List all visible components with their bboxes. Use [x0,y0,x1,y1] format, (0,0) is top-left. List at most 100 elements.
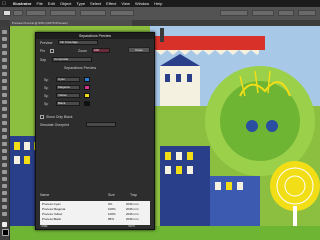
tools-panel [0,26,10,240]
list-item-dimension: 2036 mm [126,202,139,206]
ink-field-black[interactable]: Black [56,101,80,106]
scale-tool-icon[interactable] [2,114,7,118]
menu-app-name[interactable]: Illustrator [13,1,31,6]
stroke-color-icon[interactable] [2,229,9,236]
pin-checkbox[interactable] [50,49,54,53]
artboard-tool-icon[interactable] [2,191,7,195]
list-item-dimension: 2036 mm [126,212,139,216]
pen-tool-icon[interactable] [2,58,7,62]
rotate-tool-icon[interactable] [2,107,7,111]
ink-field-yellow[interactable]: Yellow [56,93,80,98]
symbol-sprayer-tool-icon[interactable] [2,177,7,181]
list-item[interactable]: Process Cyan 0% 2036 mm [42,202,148,206]
overprint-label: Simulate Overprint [40,123,69,127]
list-item-percent: 0% [108,202,113,206]
zoom-field[interactable]: 100 [92,48,110,53]
menu-edit[interactable]: Edit [48,1,55,6]
list-item-name: Process Yellow [42,212,63,216]
list-item-percent: 100% [108,212,116,216]
list-header-trap: Trap [130,193,138,197]
paintbrush-tool-icon[interactable] [2,86,7,90]
type-tool-icon[interactable] [2,65,7,69]
apple-menu-icon[interactable]:  [0,1,8,7]
eyedropper-tool-icon[interactable] [2,163,7,167]
menu-file[interactable]: File [36,1,42,6]
zoom-label: Zoom [78,49,87,53]
width-tool-icon[interactable] [2,121,7,125]
black-swatch [84,101,90,106]
menu-help[interactable]: Help [154,1,162,6]
rectangle-tool-icon[interactable] [2,79,7,83]
footer-value: 96% [128,224,136,228]
footer-label: Total [40,224,48,228]
ink-label-magenta: Sp [44,86,49,90]
magic-wand-tool-icon[interactable] [2,44,7,48]
ink-label-cyan: Sp [44,78,49,82]
ink-label-yellow: Sp [44,94,49,98]
shape-builder-tool-icon[interactable] [2,135,7,139]
list-item-dimension: 2036 mm [126,207,139,211]
separations-list: Process Cyan 0% 2036 mm Process Magenta … [40,201,150,225]
mesh-tool-icon[interactable] [2,149,7,153]
list-item-percent: 100% [108,207,116,211]
list-header-size: Size [108,193,115,197]
menu-select[interactable]: Select [90,1,101,6]
list-item[interactable]: Process Yellow 100% 2036 mm [42,212,148,216]
ink-field-cyan[interactable]: Cyan [56,77,80,82]
show-only-label: Show Only Black [46,115,73,119]
ink-label-black: Sp [44,102,49,106]
gradient-tool-icon[interactable] [2,156,7,160]
preferences-button[interactable] [252,10,274,16]
list-item[interactable]: Process Black 85% 2036 mm [42,217,148,221]
free-transform-tool-icon[interactable] [2,128,7,132]
direct-selection-tool-icon[interactable] [2,37,7,41]
graph-tool-icon[interactable] [2,184,7,188]
inks-header: Separations Preview [64,66,97,70]
list-item-dimension: 2036 mm [126,217,139,221]
fill-color-icon[interactable] [2,222,7,227]
menu-view[interactable]: View [121,1,130,6]
stroke-swatch[interactable] [13,10,23,16]
stroke-weight-field[interactable] [26,10,46,16]
opacity-field[interactable] [110,10,134,16]
arrange-button[interactable] [278,10,294,16]
perspective-grid-tool-icon[interactable] [2,142,7,146]
menu-effect[interactable]: Effect [106,1,116,6]
selection-tool-icon[interactable] [2,30,7,34]
variable-width-field[interactable] [50,10,76,16]
document-setup-button[interactable] [220,10,248,16]
menu-type[interactable]: Type [76,1,85,6]
magenta-swatch [84,85,90,90]
overprint-select[interactable] [86,122,116,127]
ink-field-magenta[interactable]: Magenta [56,85,80,90]
separations-preview-dialog: Separations Preview Preview Ink Coverage… [35,32,155,230]
lasso-tool-icon[interactable] [2,51,7,55]
slice-tool-icon[interactable] [2,198,7,202]
control-bar [0,7,320,21]
preview-select[interactable]: Ink Coverage [58,40,98,45]
list-item-name: Process Cyan [42,202,61,206]
pin-label: Pin [40,49,46,53]
close-button[interactable]: Close [128,47,150,53]
hand-tool-icon[interactable] [2,205,7,209]
menu-object[interactable]: Object [60,1,72,6]
list-item[interactable]: Process Magenta 100% 2036 mm [42,207,148,211]
show-only-checkbox[interactable] [40,115,44,119]
brush-field[interactable] [80,10,106,16]
line-tool-icon[interactable] [2,72,7,76]
panel-menu-button[interactable] [298,10,316,16]
preview-label: Preview [40,41,53,45]
pencil-tool-icon[interactable] [2,93,7,97]
eraser-tool-icon[interactable] [2,100,7,104]
fill-swatch[interactable] [3,10,11,16]
blend-tool-icon[interactable] [2,170,7,174]
cyan-swatch [84,77,90,82]
sep-select[interactable]: Composite [52,57,92,62]
menu-window[interactable]: Window [135,1,149,6]
zoom-tool-icon[interactable] [2,212,7,216]
list-item-percent: 85% [108,217,115,221]
sep-label: Sep [40,58,47,62]
list-item-name: Process Black [42,217,62,221]
yellow-swatch [84,93,90,98]
menu-bar:  Illustrator File Edit Object Type Sele… [0,0,320,7]
